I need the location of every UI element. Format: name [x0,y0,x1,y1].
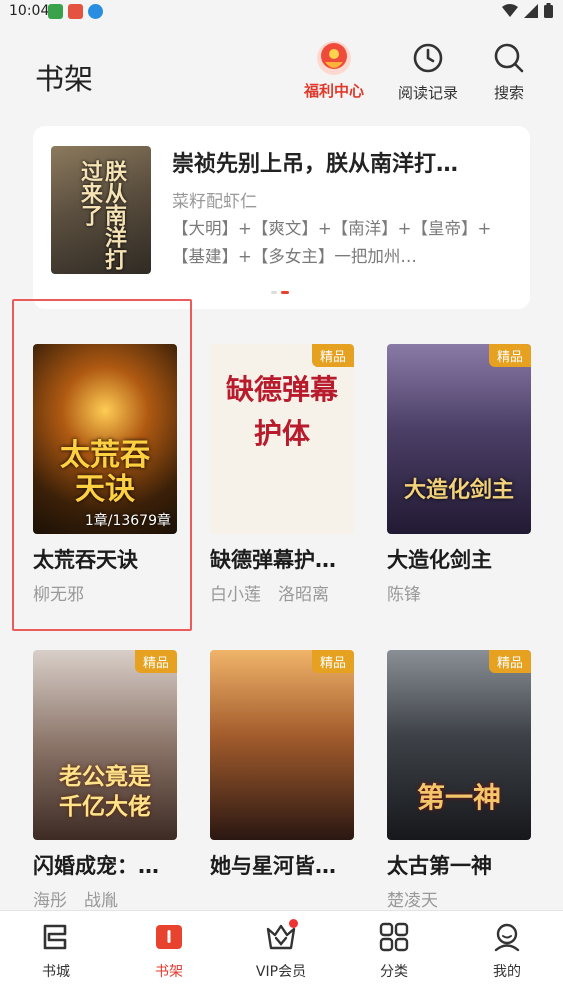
book-title: 太荒吞天诀 [33,548,138,572]
book-cover-title: 太荒吞天诀 [60,438,150,507]
store-icon [43,924,67,950]
book-cover-title: 老公竟是千亿大佬 [59,764,151,820]
clock-icon [413,43,443,73]
book-cover-title: 缺德弹幕护体 [225,373,338,450]
carousel-dot-active [281,291,289,294]
book-item[interactable]: 第一神 精品 太古第一神 楚凌天 [387,650,537,911]
book-author: 白小莲 洛昭离 [210,585,329,605]
welfare-center-label: 福利中心 [303,82,364,100]
reading-history-label: 阅读记录 [398,84,459,102]
book-title: 太古第一神 [387,854,492,878]
book-cover[interactable]: 精品 [210,650,354,840]
tab-label: VIP会员 [255,964,307,980]
book-item[interactable]: 老公竟是千亿大佬 精品 闪婚成宠：… 海彤 战胤 [33,650,183,911]
search-button[interactable]: 搜索 [493,42,525,103]
header: 书架 福利中心 阅读记录 搜索 [0,24,563,116]
banner-book-cover[interactable]: 朕从南洋打过来了 [51,146,151,274]
book-author: 海彤 战胤 [33,891,118,911]
banner-book-author: 菜籽配虾仁 [172,192,257,212]
category-icon [379,922,409,952]
book-cover[interactable]: 大造化剑主 精品 [387,344,531,534]
signal-icon [524,3,538,18]
book-title: 闪婚成宠：… [33,854,159,878]
tab-label: 书架 [155,964,183,980]
bookshelf-icon [156,925,182,949]
gift-icon [312,38,356,78]
status-time: 10:04 [9,3,50,19]
book-author: 楚凌天 [387,891,438,911]
reading-history-button[interactable]: 阅读记录 [398,42,458,103]
tab-profile[interactable]: 我的 [467,921,547,981]
app-notification-icon [68,4,83,19]
premium-tag: 精品 [311,344,354,367]
banner-book-description: 【大明】+【爽文】+【南洋】+【皇帝】+【基建】+【多女主】一把加州… [172,219,492,266]
book-cover-title: 大造化剑主 [403,478,514,503]
battery-icon [544,3,553,18]
welfare-center-button[interactable]: 福利中心 [298,38,370,101]
bottom-tab-bar: 书城 书架 VIP会员 分类 我的 [0,910,563,1002]
tab-category[interactable]: 分类 [354,921,434,981]
premium-tag: 精品 [311,650,354,673]
tab-label: 书城 [42,964,70,980]
book-cover[interactable]: 缺德弹幕护体 精品 [210,344,354,534]
book-item[interactable]: 太荒吞天诀 1章/13679章 太荒吞天诀 柳无邪 [33,344,183,605]
book-item[interactable]: 精品 她与星河皆… [210,650,360,886]
book-cover-title: 第一神 [416,781,501,814]
search-icon [494,43,524,73]
search-label: 搜索 [493,84,524,102]
notification-dot [289,919,298,928]
recommendation-banner[interactable]: 朕从南洋打过来了 崇祯先别上吊，朕从南洋打… 菜籽配虾仁 【大明】+【爽文】+【… [33,126,530,309]
book-author: 柳无邪 [33,585,84,605]
tab-vip[interactable]: VIP会员 [241,919,321,981]
premium-tag: 精品 [488,344,531,367]
banner-cover-title: 朕从南洋打过来了 [77,160,126,270]
reading-progress: 1章/13679章 [84,513,171,529]
carousel-indicator [271,291,289,294]
tab-bookstore[interactable]: 书城 [16,921,96,981]
book-title: 她与星河皆… [210,854,336,878]
carousel-dot [271,291,277,294]
banner-book-title[interactable]: 崇祯先别上吊，朕从南洋打… [172,146,458,178]
book-cover[interactable]: 太荒吞天诀 1章/13679章 [33,344,177,534]
book-title: 大造化剑主 [387,548,492,572]
app-notification-icon [48,4,63,19]
book-title: 缺德弹幕护… [210,548,336,572]
book-item[interactable]: 缺德弹幕护体 精品 缺德弹幕护… 白小莲 洛昭离 [210,344,360,605]
book-item[interactable]: 大造化剑主 精品 大造化剑主 陈锋 [387,344,537,605]
wifi-icon [502,3,518,17]
page-title: 书架 [35,62,94,96]
status-bar: 10:04 [0,0,563,24]
book-author: 陈锋 [387,585,421,605]
premium-tag: 精品 [488,650,531,673]
tab-label: 分类 [380,964,408,980]
premium-tag: 精品 [134,650,177,673]
app-notification-icon [88,4,103,19]
profile-icon [494,923,520,952]
book-cover[interactable]: 第一神 精品 [387,650,531,840]
tab-bookshelf[interactable]: 书架 [129,921,209,981]
book-cover[interactable]: 老公竟是千亿大佬 精品 [33,650,177,840]
tab-label: 我的 [493,964,521,980]
